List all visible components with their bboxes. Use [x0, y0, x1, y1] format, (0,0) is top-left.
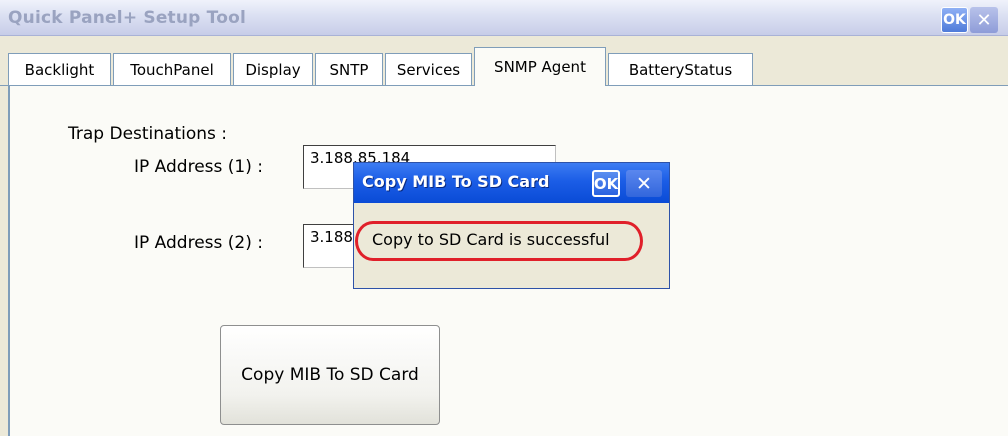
- dialog-close-button[interactable]: ✕: [626, 170, 662, 197]
- tab-sntp[interactable]: SNTP: [315, 53, 383, 85]
- copy-mib-to-sd-card-button[interactable]: Copy MIB To SD Card: [220, 325, 440, 425]
- close-icon: ✕: [636, 172, 652, 195]
- window-close-button[interactable]: ✕: [970, 7, 998, 33]
- ip-address-2-field[interactable]: 3.188: [303, 224, 358, 268]
- tab-snmp-agent[interactable]: SNMP Agent: [474, 47, 606, 86]
- tab-touchpanel[interactable]: TouchPanel: [113, 53, 231, 85]
- window-title: Quick Panel+ Setup Tool: [8, 8, 246, 28]
- dialog-title: Copy MIB To SD Card: [362, 172, 550, 191]
- dialog-ok-button[interactable]: OK: [592, 170, 620, 197]
- tab-services[interactable]: Services: [385, 53, 472, 85]
- tab-backlight[interactable]: Backlight: [8, 53, 111, 85]
- trap-destinations-heading: Trap Destinations :: [68, 124, 228, 144]
- tab-batterystatus[interactable]: BatteryStatus: [608, 53, 753, 85]
- window-titlebar: Quick Panel+ Setup Tool OK ✕: [0, 0, 1008, 36]
- window-ok-button[interactable]: OK: [941, 7, 968, 33]
- dialog-titlebar: Copy MIB To SD Card OK ✕: [354, 163, 669, 203]
- tab-display[interactable]: Display: [233, 53, 313, 85]
- ip-address-1-label: IP Address (1) :: [134, 157, 263, 177]
- close-icon: ✕: [976, 9, 992, 31]
- ip-address-2-label: IP Address (2) :: [134, 233, 263, 253]
- dialog-message: Copy to SD Card is successful: [372, 230, 610, 249]
- copy-mib-dialog: Copy MIB To SD Card OK ✕ Copy to SD Card…: [353, 162, 670, 289]
- tab-strip: Backlight TouchPanel Display SNTP Servic…: [0, 47, 1008, 86]
